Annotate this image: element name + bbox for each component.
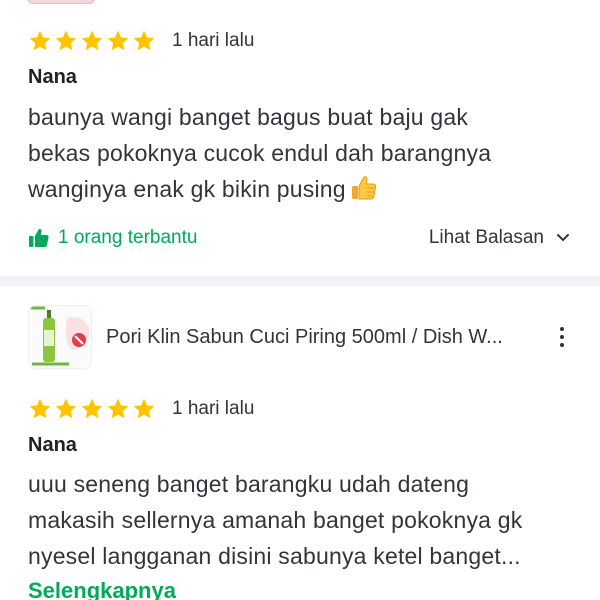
reviewer-name: Nana — [28, 66, 77, 88]
rating-row: 1 hari lalu — [28, 397, 254, 421]
thumbs-up-emoji-icon — [351, 176, 376, 200]
rating-row: 1 hari lalu — [28, 29, 254, 53]
more-options-icon[interactable] — [552, 324, 572, 350]
helpful-indicator[interactable]: 1 orang terbantu — [28, 227, 197, 249]
thumbs-up-icon — [29, 228, 49, 247]
view-replies-button[interactable]: Lihat Balasan — [429, 227, 570, 249]
review-text-line: makasih sellernya amanah banget pokoknya… — [28, 507, 523, 533]
product-name[interactable]: Pori Klin Sabun Cuci Piring 500ml / Dish… — [106, 326, 536, 349]
star-icon — [107, 30, 129, 51]
star-icon — [107, 398, 129, 419]
see-more-link[interactable]: Selengkapnya — [28, 578, 176, 600]
star-icon — [133, 398, 155, 419]
star-icon — [81, 30, 103, 51]
reviewer-name: Nana — [28, 434, 77, 456]
product-thumbnail[interactable] — [28, 305, 92, 369]
star-icon — [55, 398, 77, 419]
section-divider — [0, 276, 600, 286]
star-icon — [29, 398, 51, 419]
review-text: baunya wangi banget bagus buat baju gak … — [28, 99, 588, 207]
dish-soap-bottle-icon — [29, 306, 91, 368]
review-text-line: baunya wangi banget bagus buat baju gak — [28, 104, 469, 130]
product-row[interactable]: Pori Klin Sabun Cuci Piring 500ml / Dish… — [28, 305, 588, 369]
chevron-down-icon — [557, 234, 569, 242]
star-icon — [81, 398, 103, 419]
review-text-line: wanginya enak gk bikin pusing — [28, 171, 588, 207]
star-icon — [29, 30, 51, 51]
star-rating — [28, 397, 156, 421]
review-text-line: bekas pokoknya cucok endul dah barangnya — [28, 140, 492, 166]
helpful-count: 1 orang terbantu — [58, 227, 198, 248]
review-time: 1 hari lalu — [172, 398, 255, 419]
review-text-line: uuu seneng banget barangku udah dateng — [28, 471, 470, 497]
star-rating — [28, 29, 156, 53]
review-text: uuu seneng banget barangku udah dateng m… — [28, 466, 588, 574]
star-icon — [55, 30, 77, 51]
review-text-line: nyesel langganan disini sabunya ketel ba… — [28, 543, 521, 569]
previous-product-thumbnail[interactable] — [27, 0, 95, 4]
view-replies-label: Lihat Balasan — [428, 227, 544, 248]
review-time: 1 hari lalu — [172, 30, 255, 51]
star-icon — [133, 30, 155, 51]
